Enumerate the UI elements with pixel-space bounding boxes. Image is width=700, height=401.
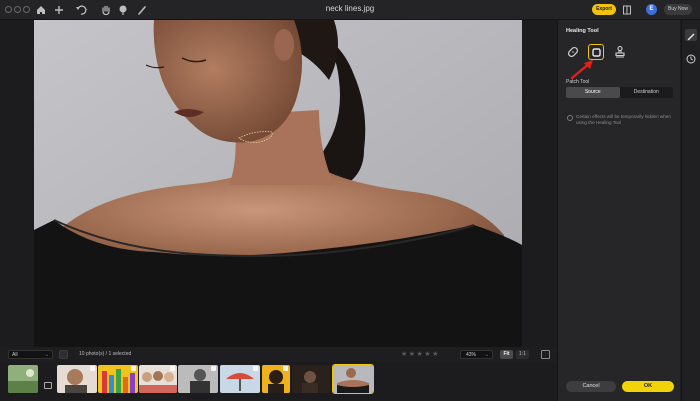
chevron-down-icon: ⌄ [44, 352, 49, 358]
thumb-bw-portrait[interactable] [178, 365, 218, 393]
top-toolbar: neck lines.jpg Export E Buy Now [0, 0, 700, 20]
source-segment[interactable]: Source [566, 87, 620, 98]
patch-mode-segmented-control: Source Destination [566, 87, 673, 98]
thumb-colorful-pencils[interactable] [98, 365, 138, 393]
main-photo[interactable] [34, 20, 522, 347]
history-button[interactable] [685, 52, 697, 64]
ok-button[interactable]: OK [622, 381, 674, 392]
edited-badge [131, 366, 136, 371]
photo-count: 10 photo(s) / 1 selected [79, 351, 132, 357]
annotation-arrow-icon [570, 60, 593, 80]
edit-tools-button[interactable] [685, 29, 697, 41]
filter-select[interactable]: All ⌄ [8, 350, 53, 359]
chevron-down-icon: ⌄ [484, 352, 489, 358]
canvas-area: i [0, 20, 556, 363]
edit-photo-icon[interactable] [44, 382, 52, 389]
right-tool-strip [681, 20, 700, 401]
thumb-man-laughing[interactable] [57, 365, 97, 393]
edited-badge [211, 366, 216, 371]
clone-stamp-tool-button[interactable] [612, 44, 628, 60]
healing-tool-panel: Healing Tool Patch Tool Source Destinati… [557, 20, 680, 401]
patch-tool-label: Patch Tool [566, 79, 590, 85]
compare-icon[interactable] [622, 2, 632, 18]
thumb-group-photo[interactable] [139, 365, 177, 393]
rating-stars[interactable]: ★★★★★ [401, 350, 440, 358]
edited-badge [170, 366, 175, 371]
sort-icon[interactable] [59, 350, 68, 359]
export-button[interactable]: Export [592, 4, 616, 15]
one-to-one-button[interactable]: 1:1 [516, 350, 529, 359]
zoom-value: 43% [466, 352, 477, 358]
filmstrip [0, 362, 556, 401]
buy-now-button[interactable]: Buy Now [664, 4, 692, 15]
thumb-umbrella[interactable] [220, 365, 260, 393]
filmstrip-toolbar: All ⌄ 10 photo(s) / 1 selected ★★★★★ 43%… [0, 347, 556, 362]
filter-value: All [12, 352, 18, 358]
clone-stamp-icon [615, 45, 625, 58]
destination-segment[interactable]: Destination [620, 87, 674, 98]
sidebar-toggle-icon[interactable] [541, 350, 550, 359]
thumb-dark-portrait[interactable] [292, 365, 330, 393]
info-circle-icon [567, 115, 573, 121]
patch-icon [591, 47, 601, 57]
edited-badge [283, 366, 288, 371]
avatar[interactable]: E [646, 4, 657, 15]
fit-button[interactable]: Fit [500, 350, 513, 359]
history-icon [686, 54, 696, 64]
pencil-icon [687, 33, 695, 41]
healing-note: Certain effects will be temporarily hidd… [576, 114, 671, 125]
edited-badge [90, 366, 95, 371]
cancel-button[interactable]: Cancel [566, 381, 616, 392]
edited-badge [253, 366, 258, 371]
thumb-landscape[interactable] [8, 365, 38, 393]
zoom-select[interactable]: 43% ⌄ [460, 350, 493, 359]
thumb-neck-lines[interactable] [332, 364, 374, 394]
panel-title: Healing Tool [566, 28, 599, 34]
thumb-yellow-portrait[interactable] [262, 365, 290, 393]
